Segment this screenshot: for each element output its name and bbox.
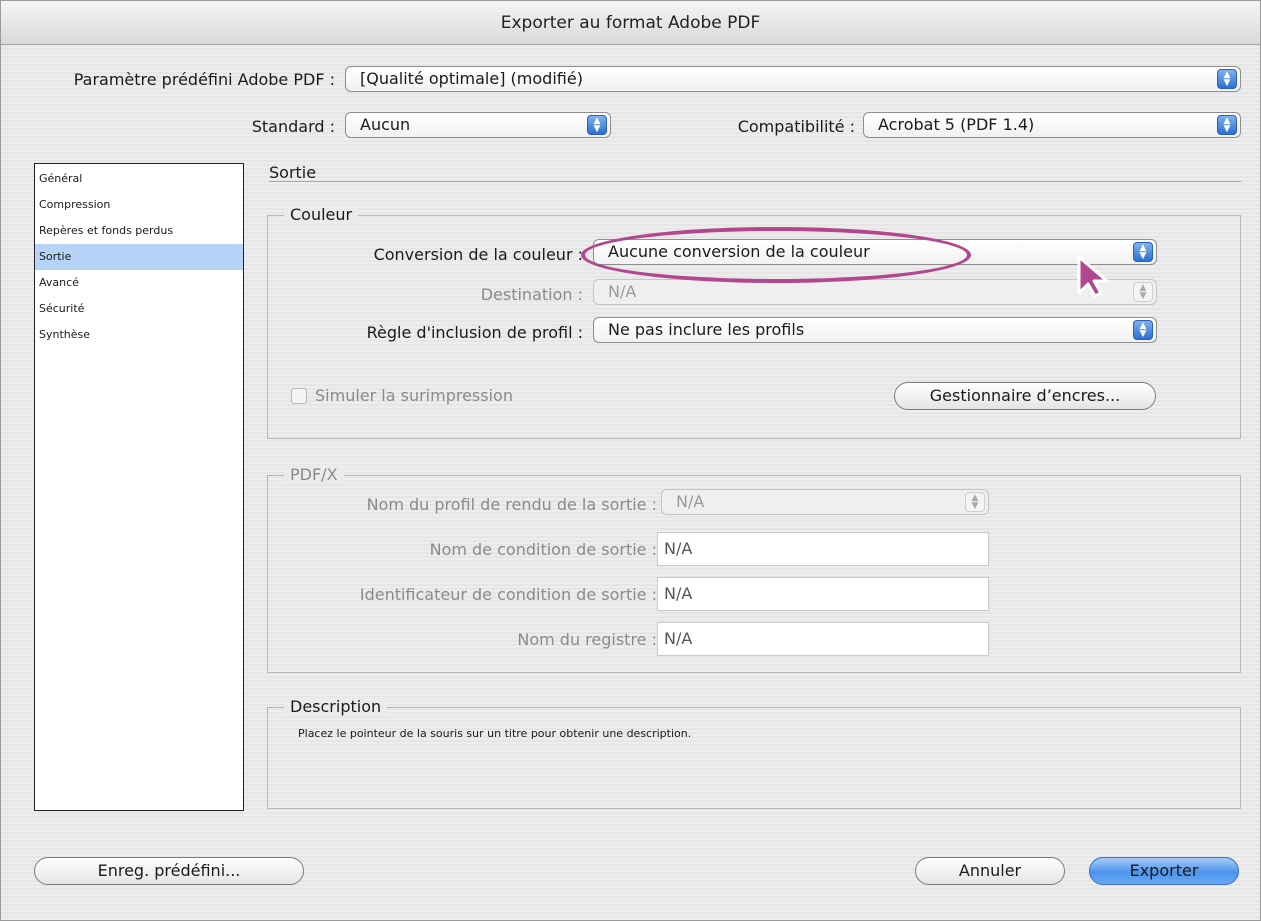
section-title: Sortie [269,163,317,182]
condition-id-label: Identificateur de condition de sortie : [359,585,657,604]
standard-value: Aucun [360,115,411,134]
save-preset-button[interactable]: Enreg. prédéfini... [34,857,304,885]
sidebar-item-summary[interactable]: Synthèse [35,322,243,348]
ink-manager-button[interactable]: Gestionnaire d’encres... [894,382,1156,410]
popup-arrows-icon: ▲ ▼ [1133,320,1153,340]
window-title: Exporter au format Adobe PDF [1,1,1260,45]
destination-label: Destination : [480,285,583,304]
preset-value: [Qualité optimale] (modifié) [360,69,583,88]
render-profile-select[interactable]: N/A ▲ ▼ [661,489,989,515]
simulate-overprint-checkbox[interactable] [291,388,307,404]
cancel-button[interactable]: Annuler [915,857,1065,885]
category-list: Général Compression Repères et fonds per… [34,163,244,811]
popup-arrows-icon: ▲ ▼ [1217,115,1237,135]
compat-value: Acrobat 5 (PDF 1.4) [878,115,1035,134]
render-profile-value: N/A [676,492,705,511]
popup-arrows-icon: ▲ ▼ [965,492,985,512]
standard-label: Standard : [251,117,335,136]
color-conversion-value: Aucune conversion de la couleur [608,242,870,261]
simulate-overprint-label: Simuler la surimpression [315,386,513,405]
popup-arrows-icon: ▲ ▼ [1133,282,1153,302]
sidebar-item-marks-bleeds[interactable]: Repères et fonds perdus [35,218,243,244]
registry-label: Nom du registre : [517,630,657,649]
profile-rule-value: Ne pas inclure les profils [608,320,805,339]
export-pdf-dialog: Exporter au format Adobe PDF Paramètre p… [0,0,1261,921]
profile-rule-select[interactable]: Ne pas inclure les profils ▲ ▼ [593,317,1157,343]
sidebar-item-output[interactable]: Sortie [35,244,243,270]
registry-field[interactable]: N/A [657,622,989,656]
preset-select[interactable]: [Qualité optimale] (modifié) ▲ ▼ [345,66,1241,92]
sidebar-item-compression[interactable]: Compression [35,192,243,218]
popup-arrows-icon: ▲ ▼ [1133,242,1153,262]
profile-rule-label: Règle d'inclusion de profil : [366,323,583,342]
preset-label: Paramètre prédéfini Adobe PDF : [73,70,335,89]
sidebar-item-general[interactable]: Général [35,166,243,192]
description-group [267,707,1241,809]
compat-select[interactable]: Acrobat 5 (PDF 1.4) ▲ ▼ [863,112,1241,138]
export-button[interactable]: Exporter [1089,857,1239,885]
description-group-label: Description [284,697,388,716]
condition-name-field[interactable]: N/A [657,532,989,566]
render-profile-label: Nom du profil de rendu de la sortie : [366,495,657,514]
color-conversion-label: Conversion de la couleur : [373,245,583,264]
compat-label: Compatibilité : [737,117,855,136]
destination-value: N/A [608,282,637,301]
destination-select[interactable]: N/A ▲ ▼ [593,279,1157,305]
condition-name-label: Nom de condition de sortie : [429,540,657,559]
standard-select[interactable]: Aucun ▲ ▼ [345,112,611,138]
description-text: Placez le pointeur de la souris sur un t… [298,727,692,740]
section-divider [269,181,1241,182]
sidebar-item-security[interactable]: Sécurité [35,296,243,322]
popup-arrows-icon: ▲ ▼ [587,115,607,135]
condition-id-field[interactable]: N/A [657,577,989,611]
sidebar-item-advanced[interactable]: Avancé [35,270,243,296]
popup-arrows-icon: ▲ ▼ [1217,69,1237,89]
color-conversion-select[interactable]: Aucune conversion de la couleur ▲ ▼ [593,239,1157,265]
arrow-pointer-icon [1077,255,1109,298]
pdfx-group-label: PDF/X [284,465,344,484]
color-group-label: Couleur [284,205,359,224]
